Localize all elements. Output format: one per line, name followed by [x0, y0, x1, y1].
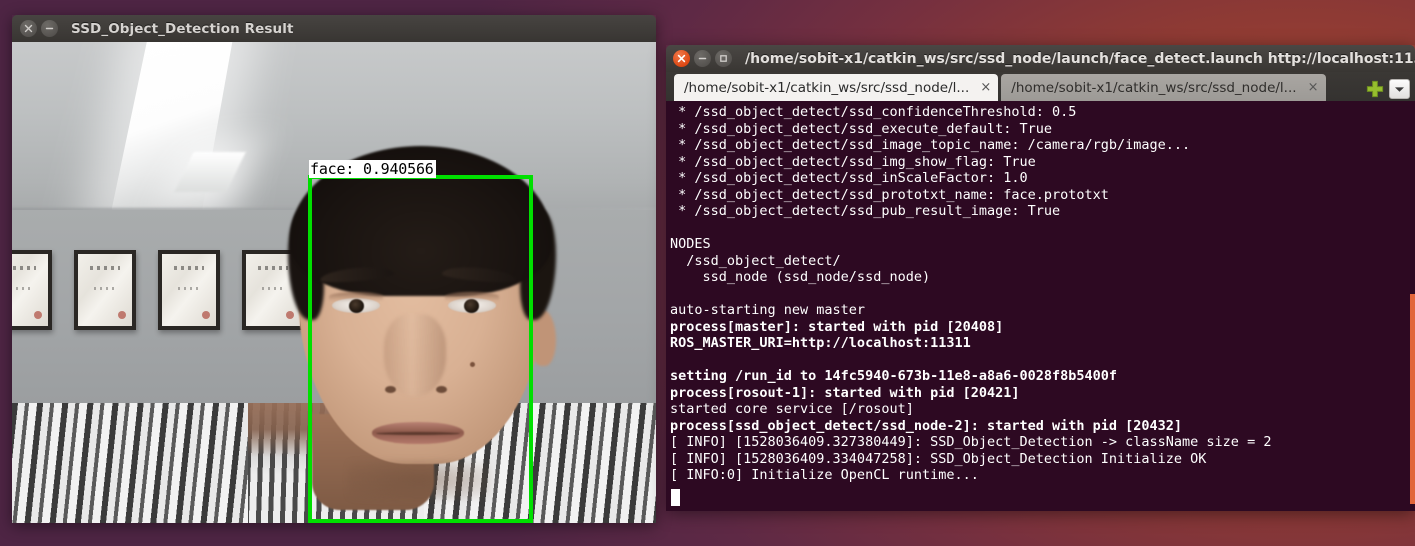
terminal-title: /home/sobit-x1/catkin_ws/src/ssd_node/la…: [745, 50, 1415, 67]
eyelid-left: [329, 292, 383, 301]
nose: [384, 314, 446, 396]
close-icon[interactable]: ×: [979, 80, 992, 95]
nostril-right: [436, 386, 447, 393]
tab-bar-controls: [1359, 79, 1415, 101]
pupil-right: [464, 299, 479, 313]
nostril-left: [385, 386, 396, 393]
facial-mole: [470, 362, 475, 367]
new-tab-plus-icon[interactable]: [1365, 79, 1385, 99]
close-icon[interactable]: ×: [1307, 80, 1320, 95]
wall-certificate: [158, 250, 220, 330]
tab-label: /home/sobit-x1/catkin_ws/src/ssd_node/l.…: [684, 79, 970, 96]
terminal-tab-1[interactable]: /home/sobit-x1/catkin_ws/src/ssd_node/l.…: [674, 74, 999, 101]
detection-image-canvas: face: 0.940566: [12, 42, 656, 523]
close-icon[interactable]: [673, 50, 690, 67]
wall-certificate: [74, 250, 136, 330]
terminal-tab-bar[interactable]: /home/sobit-x1/catkin_ws/src/ssd_node/l.…: [666, 72, 1415, 101]
terminal-titlebar[interactable]: /home/sobit-x1/catkin_ws/src/ssd_node/la…: [666, 45, 1415, 72]
minimize-icon[interactable]: [694, 50, 711, 67]
ssd-result-window[interactable]: SSD_Object_Detection Result face: 0.9405…: [12, 15, 656, 523]
chevron-down-icon[interactable]: [1389, 79, 1410, 99]
terminal-window[interactable]: /home/sobit-x1/catkin_ws/src/ssd_node/la…: [666, 45, 1415, 511]
detection-label: face: 0.940566: [309, 160, 436, 178]
ssd-result-titlebar[interactable]: SSD_Object_Detection Result: [12, 15, 656, 42]
close-icon[interactable]: [20, 20, 37, 37]
maximize-icon[interactable]: [715, 50, 732, 67]
eyelid-right: [445, 292, 499, 301]
terminal-output-text: * /ssd_object_detect/ssd_confidenceThres…: [670, 104, 1272, 483]
terminal-scrollbar[interactable]: [1410, 101, 1415, 511]
terminal-tab-2[interactable]: /home/sobit-x1/catkin_ws/src/ssd_node/l.…: [1001, 74, 1326, 101]
chin-shadow: [348, 460, 490, 500]
terminal-scrollbar-thumb[interactable]: [1410, 294, 1415, 504]
mouth-line: [376, 432, 460, 435]
tab-label: /home/sobit-x1/catkin_ws/src/ssd_node/l.…: [1011, 79, 1297, 96]
wall-certificate: [12, 250, 52, 330]
terminal-output-area[interactable]: * /ssd_object_detect/ssd_confidenceThres…: [666, 101, 1415, 511]
terminal-cursor: [671, 489, 680, 506]
camera-scene: [12, 42, 656, 523]
minimize-icon[interactable]: [41, 20, 58, 37]
ssd-result-title: SSD_Object_Detection Result: [71, 20, 294, 37]
pupil-left: [349, 299, 364, 313]
